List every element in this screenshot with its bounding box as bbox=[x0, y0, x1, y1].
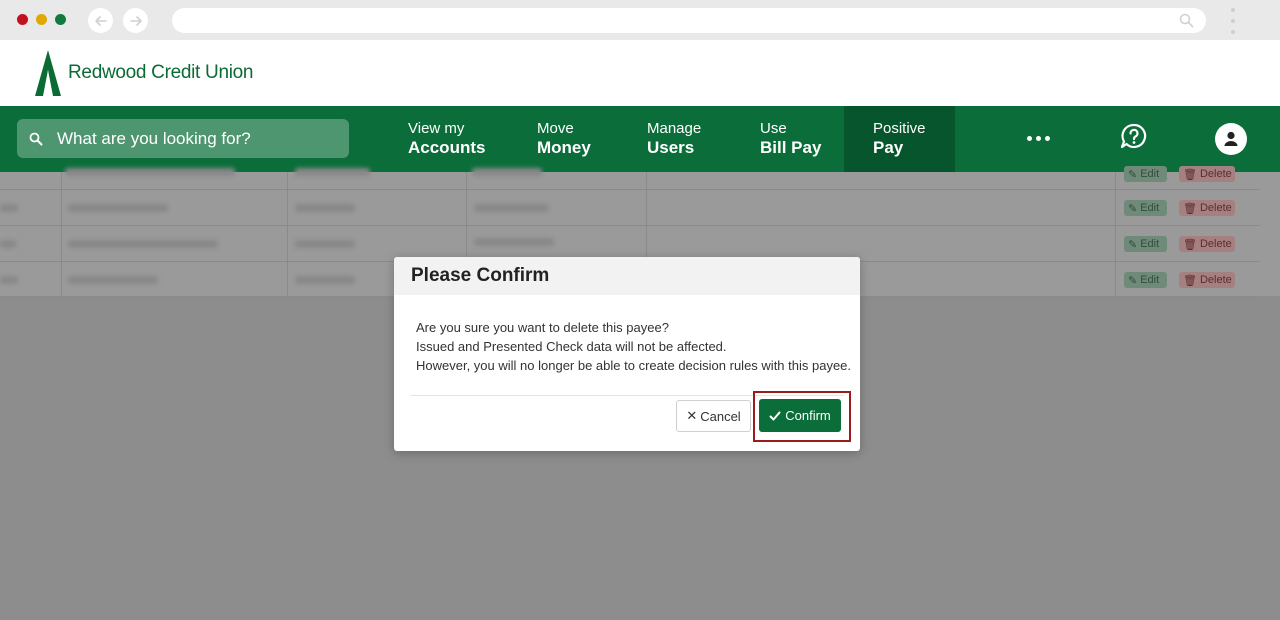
delete-button[interactable]: 🗑 Delete bbox=[1179, 200, 1235, 216]
dialog-message-line: However, you will no longer be able to c… bbox=[416, 358, 852, 373]
delete-button-label: Delete bbox=[1199, 202, 1232, 214]
edit-icon: ✎ bbox=[1128, 238, 1138, 251]
site-search[interactable] bbox=[17, 119, 349, 158]
search-input[interactable] bbox=[57, 128, 337, 149]
arrow-right-icon bbox=[129, 15, 142, 26]
search-icon bbox=[1179, 13, 1194, 28]
table-row: ✎ Edit 🗑 Delete bbox=[0, 154, 1260, 190]
confirm-delete-dialog: Please Confirm Are you sure you want to … bbox=[394, 257, 860, 451]
cancel-button[interactable]: ✕ Cancel bbox=[676, 400, 751, 432]
edit-button-label: Edit bbox=[1140, 202, 1160, 214]
site-header: Redwood Credit Union bbox=[0, 40, 1280, 106]
dialog-message-line: Are you sure you want to delete this pay… bbox=[416, 320, 669, 335]
delete-button-label: Delete bbox=[1199, 168, 1232, 180]
browser-back-button[interactable] bbox=[88, 8, 113, 33]
window-minimize-dot[interactable] bbox=[36, 14, 47, 25]
table-row: ✎ Edit 🗑 Delete bbox=[0, 190, 1260, 226]
nav-item-label-top: Move bbox=[537, 120, 574, 137]
dialog-title: Please Confirm bbox=[411, 265, 550, 286]
cancel-button-label: Cancel bbox=[700, 408, 741, 424]
trash-icon: 🗑 bbox=[1183, 168, 1197, 181]
redwood-tree-logo-icon bbox=[35, 50, 61, 96]
nav-item-label-top: Use bbox=[760, 120, 787, 137]
browser-chrome bbox=[0, 0, 1280, 40]
nav-item-label-top: Manage bbox=[647, 120, 702, 137]
edit-button-label: Edit bbox=[1140, 168, 1160, 180]
delete-button[interactable]: 🗑 Delete bbox=[1179, 236, 1235, 252]
trash-icon: 🗑 bbox=[1183, 202, 1197, 215]
edit-button-label: Edit bbox=[1140, 238, 1160, 250]
close-icon: ✕ bbox=[686, 408, 698, 423]
window-close-dot[interactable] bbox=[17, 14, 28, 25]
edit-button[interactable]: ✎ Edit bbox=[1124, 166, 1167, 182]
delete-button[interactable]: 🗑 Delete bbox=[1179, 166, 1235, 182]
nav-item-label-top: View my bbox=[408, 120, 465, 137]
delete-button-label: Delete bbox=[1199, 274, 1232, 286]
edit-icon: ✎ bbox=[1128, 202, 1138, 215]
trash-icon: 🗑 bbox=[1183, 238, 1197, 251]
browser-forward-button[interactable] bbox=[123, 8, 148, 33]
confirm-button[interactable]: Confirm bbox=[759, 399, 841, 432]
checkmark-icon bbox=[769, 411, 781, 420]
edit-icon: ✎ bbox=[1128, 168, 1138, 181]
trash-icon: 🗑 bbox=[1183, 274, 1197, 287]
delete-button-label: Delete bbox=[1199, 238, 1232, 250]
more-icon[interactable] bbox=[1027, 136, 1050, 141]
edit-button[interactable]: ✎ Edit bbox=[1124, 272, 1167, 288]
dialog-message-line: Issued and Presented Check data will not… bbox=[416, 339, 727, 354]
user-avatar-icon[interactable] bbox=[1215, 123, 1247, 155]
arrow-left-icon bbox=[94, 15, 107, 26]
edit-button-label: Edit bbox=[1140, 274, 1160, 286]
edit-button[interactable]: ✎ Edit bbox=[1124, 236, 1167, 252]
confirm-button-label: Confirm bbox=[785, 408, 831, 423]
edit-icon: ✎ bbox=[1128, 274, 1138, 287]
search-icon bbox=[29, 132, 43, 145]
window-maximize-dot[interactable] bbox=[55, 14, 66, 25]
nav-item-label-top: Positive bbox=[873, 120, 926, 137]
delete-button[interactable]: 🗑 Delete bbox=[1179, 272, 1235, 288]
dialog-body: Are you sure you want to delete this pay… bbox=[394, 295, 860, 375]
help-chat-icon[interactable] bbox=[1119, 122, 1149, 157]
brand-logo[interactable]: Redwood Credit Union bbox=[34, 50, 253, 96]
dialog-header: Please Confirm bbox=[394, 257, 860, 295]
browser-menu-icon[interactable] bbox=[1229, 8, 1237, 34]
browser-address-bar[interactable] bbox=[172, 8, 1206, 33]
brand-name: Redwood Credit Union bbox=[68, 62, 254, 83]
edit-button[interactable]: ✎ Edit bbox=[1124, 200, 1167, 216]
